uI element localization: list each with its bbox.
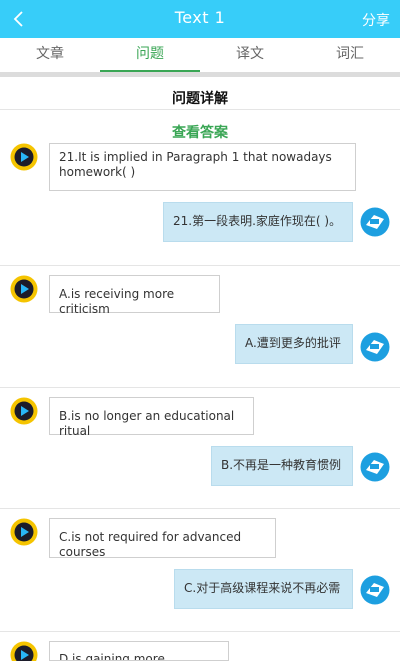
logo-avatar-icon (360, 452, 390, 482)
section-title: 问题详解 (172, 91, 228, 107)
option-b-translation-bubble: B.不再是一种教育惯例 (211, 446, 353, 486)
tab-translation[interactable]: 译文 (200, 38, 300, 72)
option-d-bubble[interactable]: D.is gaining more preferences (49, 641, 229, 661)
video-play-avatar-icon (10, 275, 38, 303)
tab-bar: 文章 问题 译文 词汇 (0, 38, 400, 72)
video-play-avatar-icon (10, 143, 38, 171)
video-play-avatar-icon (10, 518, 38, 546)
tab-vocabulary[interactable]: 词汇 (300, 38, 400, 72)
share-button[interactable]: 分享 (362, 10, 390, 30)
option-a-bubble[interactable]: A.is receiving more criticism (49, 275, 220, 316)
page-title: Text 1 (174, 8, 226, 27)
video-play-avatar-icon (10, 397, 38, 425)
video-play-avatar-icon (10, 641, 38, 661)
item-divider (0, 631, 400, 632)
app-screen: Text 1 分享 文章 问题 译文 词汇 问题详解 查看答案 21.It is… (0, 0, 400, 661)
tab-questions[interactable]: 问题 (100, 38, 200, 72)
tab-divider (0, 72, 400, 77)
logo-avatar-icon (360, 207, 390, 237)
logo-avatar-icon (360, 575, 390, 605)
item-divider (0, 265, 400, 266)
option-a-translation-bubble: A.遭到更多的批评 (235, 324, 353, 364)
top-bar: Text 1 分享 (0, 0, 400, 38)
option-c-bubble[interactable]: C.is not required for advanced courses (49, 518, 276, 559)
question-bubble: 21.It is implied in Paragraph 1 that now… (49, 143, 356, 191)
tab-article[interactable]: 文章 (0, 38, 100, 72)
logo-avatar-icon (360, 332, 390, 362)
option-b-bubble[interactable]: B.is no longer an educational ritual (49, 397, 254, 438)
question-translation-bubble: 21.第一段表明.家庭作现在( )。 (163, 202, 353, 242)
item-divider (0, 508, 400, 509)
item-divider (0, 387, 400, 388)
section-divider (0, 109, 400, 110)
option-c-translation-bubble: C.对于高级课程来说不再必需 (174, 569, 353, 609)
view-answer-link[interactable]: 查看答案 (0, 122, 400, 142)
